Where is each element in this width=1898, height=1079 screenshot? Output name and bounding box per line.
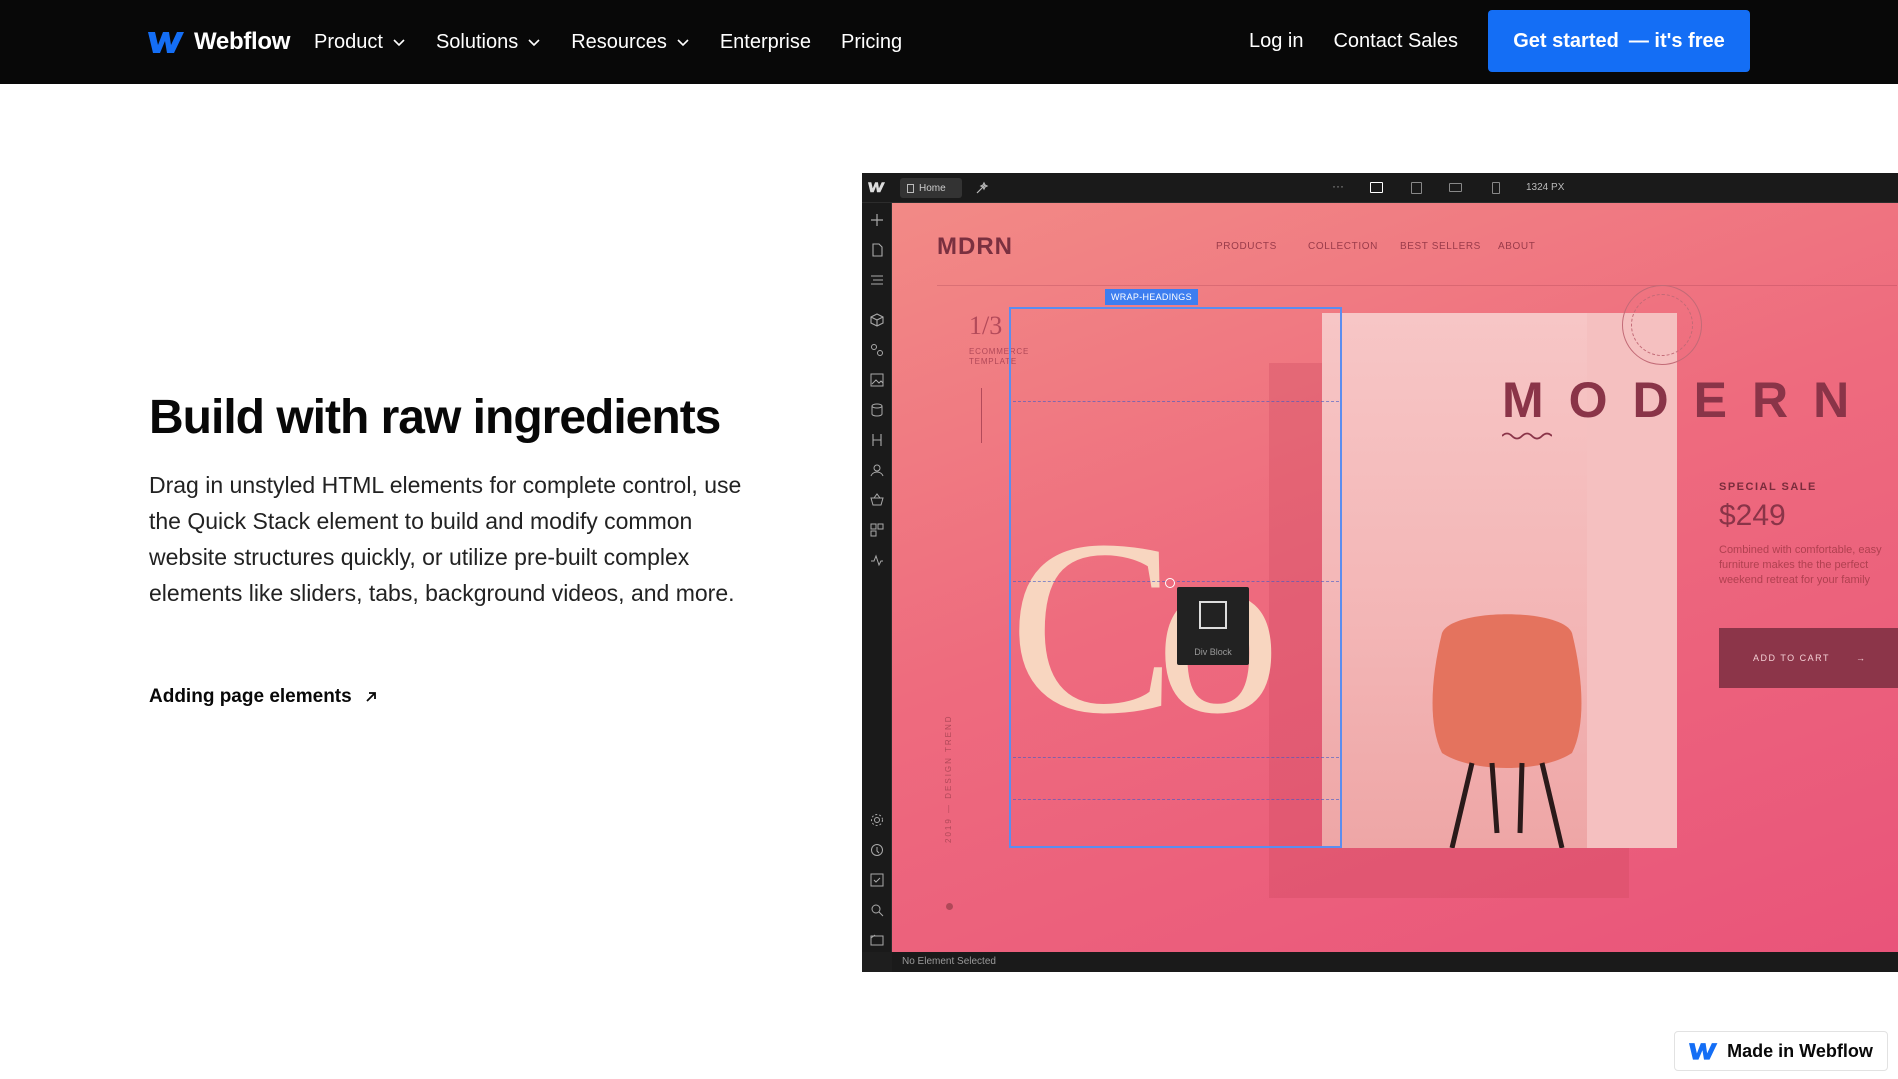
nav-resources[interactable]: Resources bbox=[571, 31, 690, 54]
guide-line bbox=[1013, 401, 1339, 402]
brand-word: MODERN bbox=[1502, 372, 1875, 428]
slide-dot bbox=[946, 903, 953, 910]
webflow-logo[interactable]: Webflow bbox=[148, 27, 290, 57]
designer-canvas[interactable]: MDRN PRODUCTS COLLECTION BEST SELLERS AB… bbox=[892, 203, 1898, 952]
webflow-logo-icon bbox=[868, 182, 886, 193]
site-menu-best-sellers: BEST SELLERS bbox=[1400, 241, 1481, 252]
pages-icon[interactable] bbox=[870, 243, 884, 257]
chair-illustration bbox=[1432, 614, 1582, 848]
div-block-drag-ghost[interactable]: Div Block bbox=[1177, 587, 1249, 665]
nav-enterprise[interactable]: Enterprise bbox=[720, 31, 811, 54]
badge-label: Made in Webflow bbox=[1727, 1040, 1873, 1061]
designer-topbar: Home ··· 1324 PX bbox=[862, 173, 1898, 203]
users-icon[interactable] bbox=[870, 463, 884, 477]
tablet-breakpoint-icon[interactable] bbox=[1411, 182, 1422, 194]
main-menu: Product Solutions Resources Enterprise P… bbox=[314, 24, 932, 60]
contact-sales-link[interactable]: Contact Sales bbox=[1333, 30, 1458, 53]
arrow-up-right-icon bbox=[366, 692, 376, 702]
webflow-logo-icon bbox=[148, 32, 184, 53]
canvas-width: 1324 PX bbox=[1526, 182, 1565, 193]
div-block-label: Div Block bbox=[1194, 647, 1232, 657]
logic-icon[interactable] bbox=[870, 433, 884, 447]
slide-line bbox=[981, 388, 982, 443]
sale-label: SPECIAL SALE bbox=[1719, 481, 1817, 493]
site-menu-products: PRODUCTS bbox=[1216, 241, 1277, 252]
ecommerce-icon[interactable] bbox=[870, 493, 884, 507]
cta-sub-label: — it's free bbox=[1628, 29, 1725, 52]
stamp-circle bbox=[1622, 285, 1702, 365]
doc-link-label: Adding page elements bbox=[149, 686, 352, 707]
more-menu[interactable]: ··· bbox=[1332, 179, 1344, 193]
nav-solutions-label: Solutions bbox=[435, 30, 519, 53]
site-menu-about: ABOUT bbox=[1498, 241, 1536, 252]
settings-icon[interactable] bbox=[870, 813, 884, 827]
vertical-caption: 2019 — DESIGN TREND bbox=[944, 714, 953, 843]
designer-left-toolbar bbox=[862, 203, 892, 952]
site-menu-collection: COLLECTION bbox=[1308, 241, 1378, 252]
nav-solutions[interactable]: Solutions bbox=[436, 31, 541, 54]
add-icon[interactable] bbox=[870, 213, 884, 227]
get-started-button[interactable]: Get started — it's free bbox=[1488, 10, 1750, 72]
page-selector[interactable]: Home bbox=[900, 178, 962, 198]
guide-line bbox=[1013, 757, 1339, 758]
arrow-right-icon: → bbox=[1856, 653, 1867, 663]
designer-status-bar: No Element Selected bbox=[892, 952, 1898, 972]
slide-counter: 1/3 bbox=[969, 311, 1003, 340]
activity-icon[interactable] bbox=[870, 553, 884, 567]
nav-actions: Log in Contact Sales Get started — it's … bbox=[1249, 10, 1750, 72]
add-to-cart-label: ADD TO CART bbox=[1753, 653, 1831, 663]
div-block-icon bbox=[1199, 601, 1227, 629]
nav-product-label: Product bbox=[314, 30, 383, 53]
page-icon bbox=[907, 183, 914, 193]
assets-icon[interactable] bbox=[870, 373, 884, 387]
audit-icon[interactable] bbox=[870, 843, 884, 857]
site-header-divider bbox=[937, 285, 1897, 286]
feature-body: Drag in unstyled HTML elements for compl… bbox=[149, 471, 742, 606]
chevron-down-icon bbox=[393, 39, 405, 47]
mobile-portrait-icon[interactable] bbox=[1492, 182, 1500, 194]
components-icon[interactable] bbox=[870, 313, 884, 327]
designer-preview: Home ··· 1324 PX MDRN PRODUCTS COLLECTIO… bbox=[862, 173, 1898, 972]
magic-wand-icon[interactable] bbox=[975, 181, 989, 195]
nav-resources-label: Resources bbox=[571, 30, 667, 53]
sale-description: Combined with comfortable, easy furnitur… bbox=[1719, 544, 1882, 586]
chevron-down-icon bbox=[528, 39, 540, 47]
brand-name: Webflow bbox=[194, 28, 291, 55]
checklist-icon[interactable] bbox=[870, 873, 884, 887]
guide-line bbox=[1013, 799, 1339, 800]
navigator-icon[interactable] bbox=[870, 273, 884, 287]
selection-label[interactable]: WRAP-HEADINGS bbox=[1105, 289, 1198, 305]
mobile-landscape-icon[interactable] bbox=[1449, 183, 1462, 192]
insert-point-icon bbox=[1165, 578, 1175, 588]
video-icon[interactable] bbox=[870, 933, 884, 947]
desktop-breakpoint-icon[interactable] bbox=[1370, 182, 1383, 193]
cta-main-label: Get started bbox=[1513, 29, 1619, 52]
page-name: Home bbox=[919, 182, 946, 194]
nav-pricing[interactable]: Pricing bbox=[841, 31, 902, 54]
feature-title: Build with raw ingredients bbox=[149, 391, 721, 444]
variables-icon[interactable] bbox=[870, 343, 884, 357]
squiggle-icon bbox=[1502, 432, 1552, 440]
site-logo: MDRN bbox=[937, 233, 1013, 260]
cms-icon[interactable] bbox=[870, 403, 884, 417]
top-nav: Webflow Product Solutions Resources Ente… bbox=[0, 0, 1898, 84]
login-link[interactable]: Log in bbox=[1249, 30, 1304, 53]
chevron-down-icon bbox=[677, 39, 689, 47]
search-icon[interactable] bbox=[870, 903, 884, 917]
webflow-logo-icon bbox=[1689, 1043, 1718, 1060]
sale-price: $249 bbox=[1719, 499, 1786, 532]
made-in-webflow-badge[interactable]: Made in Webflow bbox=[1674, 1031, 1888, 1071]
feature-section: Build with raw ingredients Drag in unsty… bbox=[149, 391, 749, 611]
apps-icon[interactable] bbox=[870, 523, 884, 537]
guide-line bbox=[1013, 581, 1339, 582]
adding-page-elements-link[interactable]: Adding page elements bbox=[149, 686, 378, 708]
add-to-cart-button[interactable]: ADD TO CART → bbox=[1719, 628, 1898, 688]
selection-box[interactable] bbox=[1009, 307, 1342, 848]
nav-product[interactable]: Product bbox=[314, 31, 406, 54]
